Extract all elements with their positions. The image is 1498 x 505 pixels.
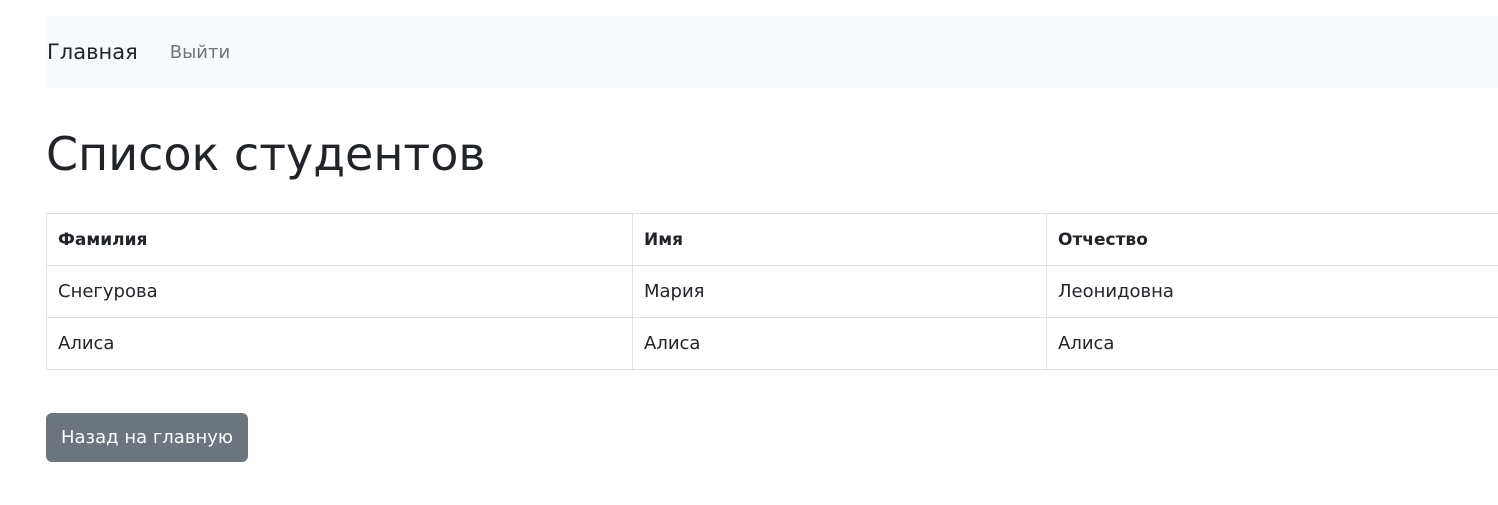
table-row: Алиса Алиса Алиса <box>46 317 1498 370</box>
navbar: Главная Выйти <box>46 16 1498 88</box>
cell-patronymic: Алиса <box>1046 317 1498 370</box>
column-header-patronymic: Отчество <box>1046 213 1498 266</box>
column-header-lastname: Фамилия <box>46 213 633 266</box>
cell-lastname: Алиса <box>46 317 633 370</box>
back-to-home-button[interactable]: Назад на главную <box>46 413 248 462</box>
column-header-firstname: Имя <box>632 213 1047 266</box>
page-title: Список студентов <box>46 127 486 181</box>
cell-patronymic: Леонидовна <box>1046 265 1498 318</box>
nav-logout-link[interactable]: Выйти <box>170 42 230 63</box>
cell-lastname: Снегурова <box>46 265 633 318</box>
nav-brand-home-link[interactable]: Главная <box>47 40 138 64</box>
cell-firstname: Мария <box>632 265 1047 318</box>
table-row: Снегурова Мария Леонидовна <box>46 265 1498 318</box>
table-header-row: Фамилия Имя Отчество <box>46 213 1498 266</box>
cell-firstname: Алиса <box>632 317 1047 370</box>
students-table: Фамилия Имя Отчество Снегурова Мария Лео… <box>46 213 1498 370</box>
